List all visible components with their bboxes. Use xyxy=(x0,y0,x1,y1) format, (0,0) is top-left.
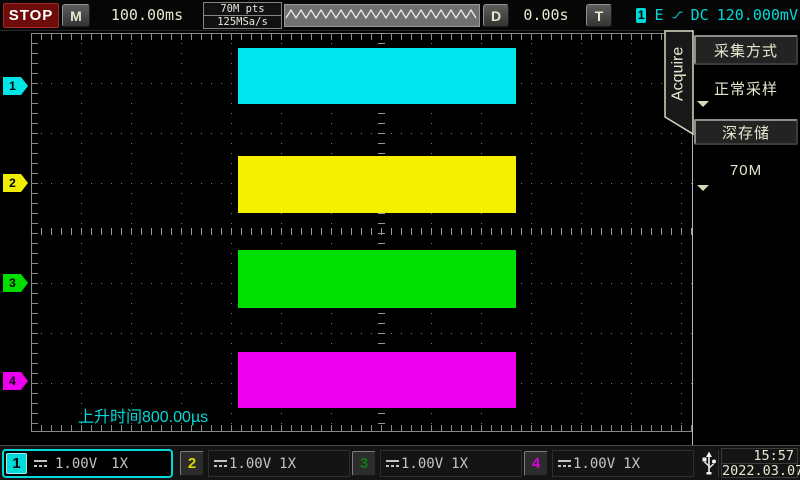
trigger-type-label: E xyxy=(654,6,663,24)
usb-status xyxy=(700,450,719,477)
waveform-ch3 xyxy=(238,250,516,308)
channel2-probe: 1X xyxy=(279,456,296,472)
sample-rate-value: 125MSa/s xyxy=(204,16,281,28)
channel3-scale: 1.00V xyxy=(401,456,443,472)
menu-value-acquisition-mode[interactable]: 正常采样 xyxy=(694,65,798,111)
dropdown-arrow-icon xyxy=(697,101,709,107)
trigger-status-readout: 1 E DC 120.000mV xyxy=(614,4,798,26)
usb-icon xyxy=(701,451,717,477)
channel2-scale: 1.00V xyxy=(229,456,271,472)
dc-coupling-icon xyxy=(213,458,229,469)
menu-group-memory-depth: 深存储 70M xyxy=(694,119,798,195)
date-readout: 2022.03.07 xyxy=(721,463,798,478)
rising-edge-icon xyxy=(672,8,683,22)
channel1-probe: 1X xyxy=(111,456,128,472)
menu-value-label: 正常采样 xyxy=(714,78,778,99)
channel1-badge[interactable]: 1 xyxy=(6,453,27,474)
waveform-ch1 xyxy=(238,48,516,104)
channel-status-bar: 1 1.00V 1X 2 1.00V 1X 3 xyxy=(0,445,800,480)
channel4-position-marker[interactable]: 4 xyxy=(3,372,28,390)
menu-header-acquisition-mode[interactable]: 采集方式 xyxy=(694,35,798,65)
menu-value-memory-depth[interactable]: 70M xyxy=(694,145,798,195)
memory-depth-value: 70M pts xyxy=(204,3,281,16)
run-state-button[interactable]: STOP xyxy=(3,3,59,28)
trigger-level-value: 120.000mV xyxy=(717,6,798,24)
top-status-bar: STOP M 100.00ms 70M pts 125MSa/s D 0.00s… xyxy=(0,0,800,31)
trigger-menu-button[interactable]: T xyxy=(586,4,612,27)
channel3-status[interactable]: 3 1.00V 1X xyxy=(352,449,522,478)
channel1-scale: 1.00V xyxy=(55,456,97,472)
dc-coupling-icon xyxy=(557,458,573,469)
menu-header-memory-depth[interactable]: 深存储 xyxy=(694,119,798,145)
channel3-position-marker[interactable]: 3 xyxy=(3,274,28,292)
channel2-status[interactable]: 2 1.00V 1X xyxy=(180,449,350,478)
horizontal-menu-button[interactable]: M xyxy=(62,4,90,27)
waveform-ch2 xyxy=(238,156,516,213)
trigger-coupling-label: DC xyxy=(691,6,709,24)
channel1-position-marker[interactable]: 1 xyxy=(3,77,28,95)
delay-menu-button[interactable]: D xyxy=(483,4,509,27)
dropdown-arrow-icon xyxy=(697,185,709,191)
channel1-status[interactable]: 1 1.00V 1X xyxy=(2,449,173,478)
channel3-probe: 1X xyxy=(451,456,468,472)
menu-group-acquisition-mode: 采集方式 正常采样 xyxy=(694,35,798,111)
channel4-scale: 1.00V xyxy=(573,456,615,472)
trigger-source-badge: 1 xyxy=(636,8,646,23)
waveform-preview-zigzag-icon xyxy=(285,5,477,24)
trigger-position-preview[interactable] xyxy=(284,4,480,27)
channel4-probe: 1X xyxy=(623,456,640,472)
dc-coupling-icon xyxy=(33,458,49,469)
rise-time-measurement: 上升时间800.00µs xyxy=(78,403,208,427)
timebase-readout: 100.00ms xyxy=(92,4,202,26)
channel4-badge[interactable]: 4 xyxy=(524,451,548,476)
dc-coupling-icon xyxy=(385,458,401,469)
waveform-ch4 xyxy=(238,352,516,408)
time-readout: 15:57 xyxy=(721,448,798,463)
oscilloscope-screen: STOP M 100.00ms 70M pts 125MSa/s D 0.00s… xyxy=(0,0,800,480)
channel2-badge[interactable]: 2 xyxy=(180,451,204,476)
channel4-status[interactable]: 4 1.00V 1X xyxy=(524,449,694,478)
clock: 15:57 2022.03.07 xyxy=(721,448,798,479)
horizontal-offset-readout: 0.00s xyxy=(509,4,583,26)
menu-value-label: 70M xyxy=(730,162,762,179)
memory-depth-box: 70M pts 125MSa/s xyxy=(203,2,282,29)
channel2-position-marker[interactable]: 2 xyxy=(3,174,28,192)
acquire-tab-label: Acquire xyxy=(664,33,693,115)
channel3-badge[interactable]: 3 xyxy=(352,451,376,476)
